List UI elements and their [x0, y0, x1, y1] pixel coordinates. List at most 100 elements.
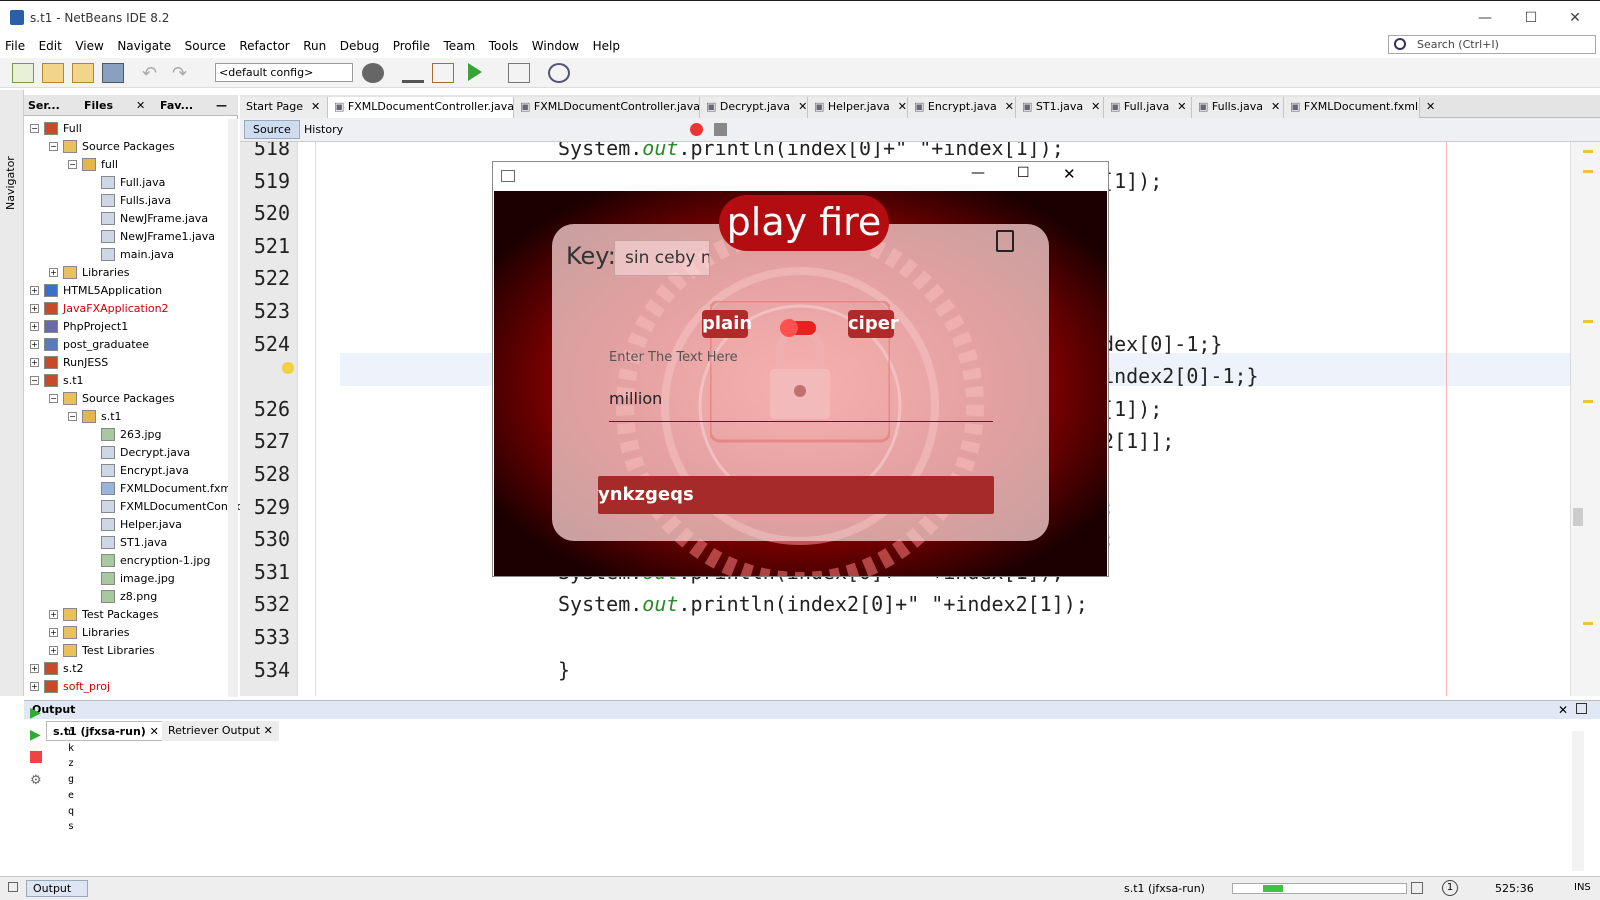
- tree-item[interactable]: FXMLDocumentControll: [87, 497, 249, 515]
- tree-item[interactable]: image.jpg: [87, 569, 175, 587]
- tree-item[interactable]: NewJFrame1.java: [87, 227, 215, 245]
- close-icon[interactable]: ✕: [1177, 100, 1186, 113]
- restore-icon[interactable]: [8, 882, 18, 892]
- collapse-icon[interactable]: −: [30, 123, 39, 133]
- expand-icon[interactable]: +: [30, 681, 39, 691]
- menu-help[interactable]: Help: [588, 36, 625, 56]
- tree-item[interactable]: ST1.java: [87, 533, 167, 551]
- collapse-icon[interactable]: −: [30, 375, 39, 385]
- open-project-icon[interactable]: [72, 63, 94, 83]
- tree-item[interactable]: Full.java: [87, 173, 165, 191]
- expand-icon[interactable]: +: [30, 339, 39, 349]
- editor-tab[interactable]: ▣ ST1.java ✕: [1016, 97, 1104, 118]
- clean-build-icon[interactable]: [432, 63, 454, 83]
- tree-item[interactable]: FXMLDocument.fxml: [87, 479, 234, 497]
- record-macro-icon[interactable]: [690, 123, 703, 136]
- menu-source[interactable]: Source: [180, 36, 231, 56]
- save-all-icon[interactable]: [102, 63, 124, 83]
- expand-icon[interactable]: +: [49, 645, 58, 655]
- output-close-icon[interactable]: ✕: [1558, 703, 1568, 717]
- menu-file[interactable]: File: [0, 36, 30, 56]
- ciper-button[interactable]: ciper: [848, 310, 899, 338]
- maximize-button[interactable]: ☐: [1516, 7, 1546, 29]
- popup-maximize-button[interactable]: ☐: [1017, 165, 1030, 181]
- close-icon[interactable]: ✕: [798, 100, 807, 113]
- tree-item[interactable]: Encrypt.java: [87, 461, 189, 479]
- tree-item[interactable]: − full: [68, 155, 118, 173]
- collapse-icon[interactable]: −: [49, 141, 58, 151]
- output-scrollbar[interactable]: [1572, 731, 1584, 871]
- tree-item[interactable]: − Source Packages: [49, 137, 175, 155]
- tree-item[interactable]: + PhpProject1: [30, 317, 128, 335]
- redo-icon[interactable]: ↷: [172, 63, 194, 84]
- editor-tab[interactable]: ▣ FXMLDocumentController.java✕: [514, 97, 717, 118]
- close-icon[interactable]: ✕: [1005, 100, 1014, 113]
- mode-toggle[interactable]: [780, 319, 816, 337]
- expand-icon[interactable]: +: [49, 609, 58, 619]
- undo-icon[interactable]: ↶: [142, 63, 164, 84]
- navigator-tab[interactable]: Navigator: [4, 156, 17, 210]
- tree-item[interactable]: main.java: [87, 245, 174, 263]
- new-project-icon[interactable]: [42, 63, 64, 83]
- key-input[interactable]: sin ceby n: [614, 240, 710, 276]
- notification-badge[interactable]: 1: [1442, 880, 1458, 896]
- tree-item[interactable]: 263.jpg: [87, 425, 162, 443]
- tree-item[interactable]: Fulls.java: [87, 191, 171, 209]
- editor-tab[interactable]: ▣ Helper.java ✕: [808, 97, 908, 118]
- run-icon[interactable]: [468, 63, 482, 81]
- build-hammer-icon[interactable]: [402, 63, 424, 83]
- stop-macro-icon[interactable]: [714, 123, 727, 136]
- error-stripe-mark[interactable]: [1583, 400, 1593, 403]
- exit-icon[interactable]: [996, 230, 1014, 252]
- tree-item[interactable]: − Source Packages: [49, 389, 175, 407]
- minimize-button[interactable]: —: [1470, 7, 1500, 29]
- output-restore-icon[interactable]: [1576, 703, 1587, 714]
- tree-item[interactable]: z8.png: [87, 587, 157, 605]
- output-console[interactable]: nkzgeqs: [24, 727, 1524, 867]
- tree-item[interactable]: − Full: [30, 119, 82, 137]
- menu-navigate[interactable]: Navigate: [112, 36, 176, 56]
- tree-item[interactable]: + HTML5Application: [30, 281, 162, 299]
- editor-tab[interactable]: ▣ Decrypt.java ✕: [700, 97, 808, 118]
- tree-scrollbar[interactable]: [228, 119, 238, 697]
- tree-item[interactable]: + soft_proj: [30, 677, 110, 695]
- collapse-icon[interactable]: −: [68, 159, 77, 169]
- search-input[interactable]: Search (Ctrl+I): [1388, 35, 1596, 54]
- minimize-panel-icon[interactable]: —: [216, 99, 227, 112]
- editor-scrollbar[interactable]: [1570, 142, 1600, 696]
- menu-view[interactable]: View: [70, 36, 108, 56]
- expand-icon[interactable]: +: [30, 357, 39, 367]
- tree-item[interactable]: Helper.java: [87, 515, 182, 533]
- tree-item[interactable]: − s.t1: [30, 371, 84, 389]
- menu-edit[interactable]: Edit: [34, 36, 67, 56]
- menu-profile[interactable]: Profile: [388, 36, 435, 56]
- globe-icon[interactable]: [362, 63, 384, 83]
- close-icon[interactable]: ✕: [311, 100, 320, 113]
- close-icon[interactable]: ✕: [898, 100, 907, 113]
- tree-item[interactable]: Decrypt.java: [87, 443, 190, 461]
- menu-team[interactable]: Team: [439, 36, 481, 56]
- scroll-thumb[interactable]: [1573, 508, 1583, 526]
- editor-tab[interactable]: ▣ FXMLDocumentController.java✕: [328, 97, 531, 118]
- menu-window[interactable]: Window: [527, 36, 584, 56]
- tree-item[interactable]: + Libraries: [49, 623, 130, 641]
- tree-item[interactable]: NewJFrame.java: [87, 209, 208, 227]
- tree-item[interactable]: + RunJESS: [30, 353, 108, 371]
- tree-item[interactable]: + JavaFXApplication2: [30, 299, 169, 317]
- plain-button[interactable]: plain: [702, 310, 752, 338]
- text-input[interactable]: million: [609, 389, 662, 408]
- tree-item[interactable]: + Libraries: [49, 263, 130, 281]
- tree-item[interactable]: encryption-1.jpg: [87, 551, 210, 569]
- editor-tab[interactable]: ▣ FXMLDocument.fxml ✕: [1284, 97, 1435, 118]
- collapse-icon[interactable]: −: [49, 393, 58, 403]
- collapse-icon[interactable]: −: [68, 411, 77, 421]
- close-icon[interactable]: ✕: [136, 99, 145, 112]
- history-tab[interactable]: History: [298, 122, 349, 137]
- tab-files[interactable]: Files: [84, 99, 113, 112]
- menu-debug[interactable]: Debug: [335, 36, 384, 56]
- tree-item[interactable]: + post_graduatee: [30, 335, 149, 353]
- expand-icon[interactable]: +: [30, 321, 39, 331]
- new-file-icon[interactable]: [12, 63, 34, 83]
- tree-item[interactable]: − s.t1: [68, 407, 122, 425]
- error-stripe-mark[interactable]: [1583, 320, 1593, 323]
